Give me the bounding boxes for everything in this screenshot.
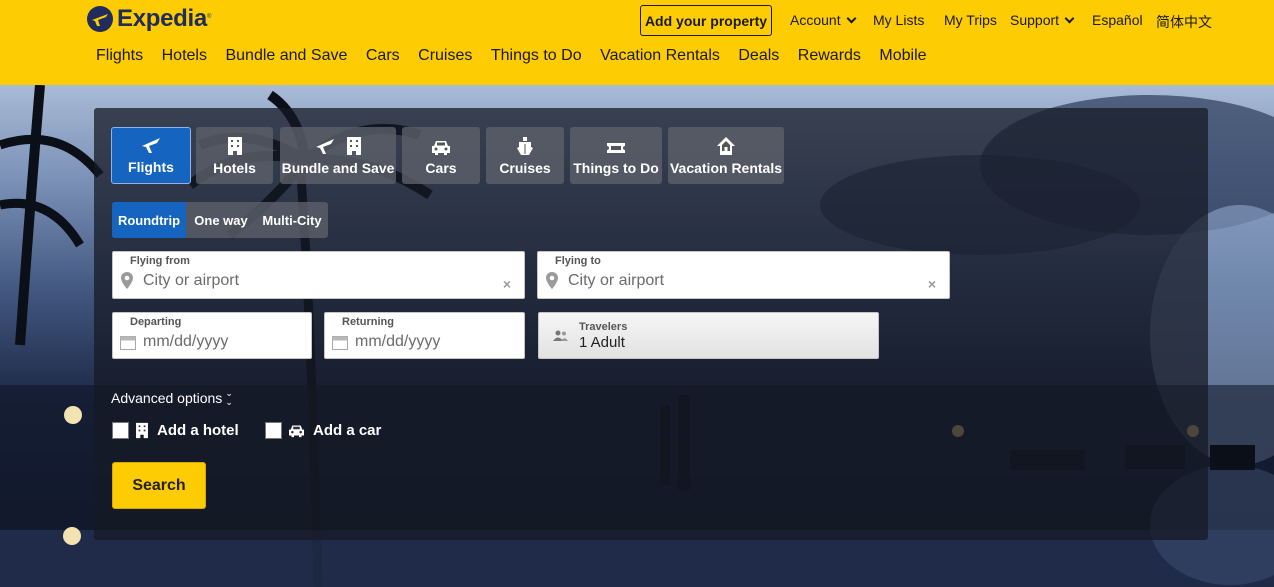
flying-from-field: Flying from × (112, 251, 525, 299)
tab-bundle-and-save[interactable]: Bundle and Save (280, 127, 396, 184)
travelers-selector[interactable]: Travelers 1 Adult (538, 312, 879, 359)
flying-from-label: Flying from (130, 255, 190, 267)
nav-rewards[interactable]: Rewards (798, 47, 861, 65)
cruise-ship-icon (517, 137, 533, 155)
support-label: Support (1010, 12, 1060, 28)
language-chinese-link[interactable]: 简体中文 (1156, 12, 1212, 32)
trip-type-selector: Roundtrip One way Multi-City (112, 202, 328, 238)
calendar-icon (332, 336, 348, 350)
departing-date-input[interactable] (143, 333, 282, 351)
chevron-down-icon (1064, 13, 1075, 23)
add-hotel-label: Add a hotel (157, 422, 239, 439)
tab-bundle-label: Bundle and Save (281, 160, 395, 176)
tab-things-to-do[interactable]: Things to Do (570, 127, 662, 184)
flying-to-label: Flying to (555, 255, 601, 267)
hotel-building-icon (227, 137, 242, 155)
airplane-icon (316, 139, 334, 154)
advanced-options-label: Advanced options (111, 390, 223, 406)
trip-type-one-way[interactable]: One way (186, 202, 256, 238)
my-trips-label: My Trips (944, 12, 997, 28)
house-icon (717, 137, 735, 155)
flying-from-input[interactable] (143, 272, 431, 290)
clear-flying-from-icon[interactable]: × (503, 276, 511, 292)
tab-hotels-label: Hotels (213, 160, 256, 176)
double-chevron-down-icon: ⌄ ⌄ (225, 388, 233, 407)
trip-type-roundtrip[interactable]: Roundtrip (112, 202, 186, 238)
tab-vacation-rentals-label: Vacation Rentals (669, 160, 783, 176)
tab-hotels[interactable]: Hotels (196, 127, 273, 184)
returning-label: Returning (342, 316, 394, 328)
nav-cruises[interactable]: Cruises (418, 47, 472, 65)
add-car-label: Add a car (313, 422, 382, 439)
logo-text: Expedia (117, 5, 207, 32)
nav-mobile[interactable]: Mobile (879, 47, 926, 65)
travelers-label: Travelers (579, 321, 628, 333)
nav-hotels[interactable]: Hotels (162, 47, 207, 65)
support-menu[interactable]: Support (1010, 12, 1075, 28)
departing-date-field: Departing (112, 312, 312, 359)
flying-to-input[interactable] (568, 272, 856, 290)
tab-vacation-rentals[interactable]: Vacation Rentals (668, 127, 784, 184)
site-header: Expedia ® Add your property Account My L… (0, 0, 1274, 85)
nav-things-to-do[interactable]: Things to Do (491, 47, 582, 65)
add-car-option: Add a car (265, 422, 381, 439)
spanish-label: Español (1092, 12, 1143, 28)
add-hotel-option: Add a hotel (112, 422, 239, 439)
tab-cars[interactable]: Cars (402, 127, 480, 184)
trademark-symbol: ® (206, 14, 212, 20)
tab-flights-label: Flights (128, 159, 174, 175)
flying-to-field: Flying to × (537, 251, 950, 299)
tab-cruises[interactable]: Cruises (486, 127, 564, 184)
advanced-options-toggle[interactable]: Advanced options ⌄ ⌄ (111, 389, 233, 407)
calendar-icon (120, 336, 136, 350)
my-lists-link[interactable]: My Lists (873, 12, 924, 28)
hotel-building-icon (136, 422, 148, 439)
airplane-icon (142, 138, 160, 153)
chevron-down-icon (846, 13, 857, 23)
add-your-property-button[interactable]: Add your property (640, 5, 772, 36)
chinese-label: 简体中文 (1156, 14, 1212, 30)
clear-flying-to-icon[interactable]: × (928, 276, 936, 292)
search-button[interactable]: Search (112, 462, 206, 509)
account-label: Account (790, 12, 841, 28)
travelers-people-icon (553, 330, 568, 341)
nav-flights[interactable]: Flights (96, 47, 143, 65)
departing-label: Departing (130, 316, 182, 328)
language-spanish-link[interactable]: Español (1092, 12, 1143, 28)
location-pin-icon (121, 272, 133, 289)
returning-date-input[interactable] (355, 333, 495, 351)
location-pin-icon (546, 272, 558, 289)
add-car-checkbox[interactable] (265, 422, 282, 439)
expedia-logo[interactable]: Expedia ® (86, 5, 211, 33)
globe-plane-icon (87, 6, 113, 32)
returning-date-field: Returning (324, 312, 525, 359)
nav-cars[interactable]: Cars (366, 47, 400, 65)
main-navigation: Flights Hotels Bundle and Save Cars Crui… (96, 47, 945, 65)
tab-cars-label: Cars (425, 160, 457, 176)
tab-things-to-do-label: Things to Do (573, 160, 659, 176)
nav-deals[interactable]: Deals (738, 47, 779, 65)
tab-cruises-label: Cruises (499, 160, 551, 176)
nav-bundle-and-save[interactable]: Bundle and Save (225, 47, 347, 65)
add-hotel-checkbox[interactable] (112, 422, 129, 439)
car-icon (289, 425, 304, 438)
account-menu[interactable]: Account (790, 12, 857, 28)
trip-type-multi-city[interactable]: Multi-City (256, 202, 328, 238)
hotel-building-icon (347, 137, 361, 155)
travelers-value: 1 Adult (579, 334, 625, 351)
ticket-icon (607, 143, 625, 153)
my-lists-label: My Lists (873, 12, 925, 28)
car-icon (432, 141, 450, 155)
my-trips-link[interactable]: My Trips (944, 12, 997, 28)
nav-vacation-rentals[interactable]: Vacation Rentals (600, 47, 720, 65)
tab-flights[interactable]: Flights (111, 127, 191, 184)
